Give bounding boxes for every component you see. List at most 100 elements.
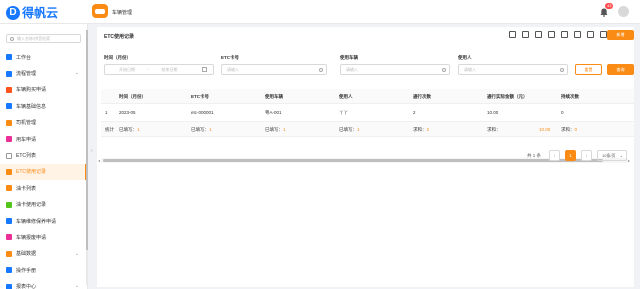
summary-label: 统计 (105, 127, 114, 132)
sidebar-item[interactable]: 报表中心 ⌄ (0, 278, 87, 289)
chevron-down-icon: ⌄ (74, 250, 79, 257)
next-page-button[interactable]: › (581, 150, 592, 161)
column-header[interactable]: 通行次数 (413, 89, 431, 104)
column-header[interactable]: 通行实际金额（元） (487, 89, 528, 104)
sidebar-search-input[interactable]: 输入名称/拼音检索 (6, 34, 81, 43)
table-cell: etc-000001 (191, 110, 214, 115)
app-logo[interactable]: D 得帆云 (6, 4, 58, 21)
search-button[interactable]: 查询 (607, 64, 634, 75)
export-icon[interactable] (535, 31, 542, 38)
print-icon[interactable] (548, 31, 555, 38)
chevron-down-icon: ⌄ (74, 283, 79, 289)
summary-cell: 求和： 10.00 (487, 122, 550, 137)
sidebar-item[interactable]: 油卡列表 (0, 180, 87, 196)
sidebar-item-label: 车辆维修保养申请 (16, 218, 57, 225)
calendar-icon (202, 67, 207, 72)
sidebar-item[interactable]: 车辆购买申请 (0, 82, 87, 98)
sidebar-item-label: 车辆报废申请 (16, 234, 47, 241)
etc-placeholder: 请输入 (227, 66, 239, 72)
sidebar-item-label: 基础数据 (16, 251, 37, 258)
sidebar-item[interactable]: 工作台 (0, 49, 87, 65)
page-size-select[interactable]: 10条/页 ⌄ (597, 150, 627, 161)
new-button[interactable]: 新增 (607, 30, 634, 40)
sidebar-item-label: ETC列表 (16, 153, 37, 160)
sidebar-search-placeholder: 输入名称/拼音检索 (17, 35, 51, 41)
page-size-value: 10条/页 (602, 153, 616, 158)
table-cell: 2023-05 (119, 110, 136, 115)
sidebar-item[interactable]: 操作手册 (0, 262, 87, 278)
sidebar-item[interactable]: 用车申请 (0, 131, 87, 147)
sidebar-item[interactable]: 车辆维修保养申请 (0, 213, 87, 229)
summary-key: 求和： (413, 127, 427, 132)
sidebar-item[interactable]: 司机管理 (0, 115, 87, 131)
summary-key: 已填写： (265, 127, 283, 132)
settings-icon[interactable] (574, 31, 581, 38)
summary-key: 求和： (561, 127, 575, 132)
table-row[interactable]: 1 2023-05 etc-000001 粤A-001 丫丫 2 10.00 0 (101, 104, 634, 122)
sidebar-item-label: 油卡使用记录 (16, 202, 47, 209)
end-date-placeholder: 结束日期 (161, 66, 178, 72)
filter-time-label: 时间（月份） (104, 55, 131, 60)
sidebar-item[interactable]: 车辆基础信息 (0, 98, 87, 114)
chevron-down-icon: ⌄ (74, 70, 79, 77)
column-header[interactable]: 使用车辆 (265, 89, 283, 104)
sidebar-item[interactable]: 流程管理 ⌄ (0, 65, 87, 81)
column-header[interactable]: 使用人 (339, 89, 353, 104)
fullscreen-icon[interactable] (600, 31, 607, 38)
summary-key: 已填写： (119, 127, 137, 132)
summary-cell: 已填写：1 (265, 122, 286, 137)
sidebar-item[interactable]: ETC使用记录 (0, 163, 87, 181)
column-header[interactable]: 持续次数 (561, 89, 579, 104)
pagination-total: 共 1 条 (527, 153, 542, 158)
sidebar-scrollbar-thumb[interactable] (86, 30, 88, 250)
table-cell: 粤A-001 (265, 110, 282, 115)
import-icon[interactable] (522, 31, 529, 38)
row-index: 1 (105, 110, 108, 115)
user-placeholder: 请输入 (464, 66, 476, 72)
menu-icon (6, 136, 12, 143)
page-button-current[interactable]: 1 (565, 150, 576, 161)
column-header[interactable]: ETC卡号 (191, 89, 209, 104)
menu-icon (6, 168, 12, 175)
summary-key: 已填写： (191, 127, 209, 132)
menu-icon (6, 86, 12, 93)
summary-cell: 已填写：1 (339, 122, 360, 137)
summary-cell: 已填写：1 (191, 122, 212, 137)
sidebar-item-label: 油卡列表 (16, 185, 37, 192)
sidebar-item[interactable]: 基础数据 ⌄ (0, 246, 87, 262)
vehicle-input[interactable]: 请输入 (340, 64, 450, 75)
menu-icon (6, 250, 12, 257)
logo-icon: D (6, 5, 20, 20)
scroll-right-icon[interactable]: ▸ (628, 158, 630, 163)
sidebar-item[interactable]: ETC列表 (0, 147, 87, 163)
search-icon (319, 68, 323, 72)
prev-page-button[interactable]: ‹ (549, 150, 560, 161)
reset-button[interactable]: 重置 (575, 64, 602, 75)
summary-value: 1 (209, 127, 212, 132)
scroll-left-icon[interactable]: ◂ (98, 158, 100, 163)
sidebar-item[interactable]: 油卡使用记录 (0, 197, 87, 213)
summary-value: 1 (283, 127, 286, 132)
chevron-down-icon: ⌄ (619, 153, 623, 158)
top-bar: D 得帆云 车辆管理 43 (0, 0, 640, 24)
summary-value: 2 (426, 127, 430, 132)
user-input[interactable]: 请输入 (458, 64, 568, 75)
vehicle-placeholder: 请输入 (346, 66, 358, 72)
avatar[interactable] (618, 6, 629, 17)
etc-card-input[interactable]: 请输入 (221, 64, 327, 75)
summary-value: 0 (574, 127, 578, 132)
sort-icon[interactable] (561, 31, 568, 38)
bell-icon[interactable] (600, 8, 608, 17)
sidebar-item[interactable]: 车辆报废申请 (0, 229, 87, 245)
table-cell: 0 (561, 110, 564, 115)
filter-icon[interactable] (587, 31, 594, 38)
table-cell: 丫丫 (339, 110, 348, 115)
date-separator: ~ (147, 67, 150, 72)
search-icon (10, 36, 14, 41)
refresh-icon[interactable] (509, 31, 516, 38)
main-panel: ETC使用记录 新增 时间（月份） 开始日期 ~ 结束日期 ETC卡号 请输入 … (97, 27, 634, 287)
date-range-input[interactable]: 开始日期 ~ 结束日期 (104, 64, 214, 75)
column-header[interactable]: 时间（月份） (119, 89, 146, 104)
menu-icon (6, 103, 12, 110)
collapse-sidebar-icon[interactable]: ‹ (91, 148, 93, 154)
